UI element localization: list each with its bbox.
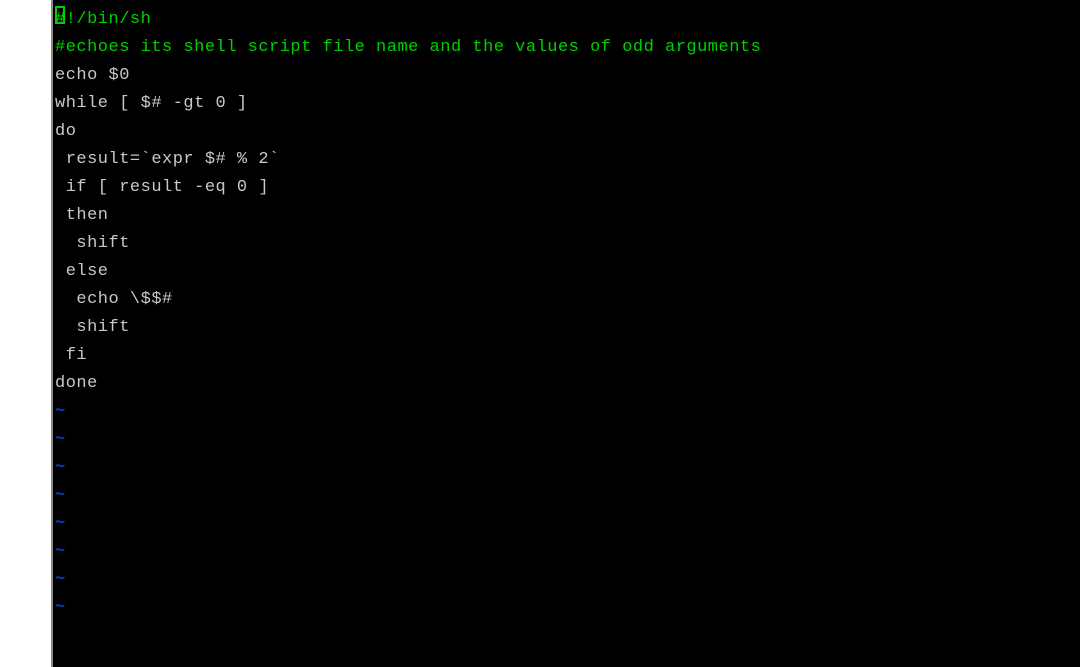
code-line: then [53,202,1080,230]
code-line: else [53,258,1080,286]
code-line: done [53,370,1080,398]
empty-line-tilde: ~ [53,510,1080,538]
terminal-editor[interactable]: #!/bin/sh #echoes its shell script file … [51,0,1080,667]
empty-line-tilde: ~ [53,594,1080,622]
code-line: echo $0 [53,62,1080,90]
empty-line-tilde: ~ [53,426,1080,454]
code-line: shift [53,314,1080,342]
empty-line-tilde: ~ [53,454,1080,482]
empty-line-tilde: ~ [53,566,1080,594]
empty-line-tilde: ~ [53,482,1080,510]
code-line: result=`expr $# % 2` [53,146,1080,174]
code-line: do [53,118,1080,146]
code-line: fi [53,342,1080,370]
code-line: echo \$$# [53,286,1080,314]
empty-line-tilde: ~ [53,398,1080,426]
text-cursor [55,6,65,24]
empty-line-tilde: ~ [53,538,1080,566]
code-line: #!/bin/sh [53,6,1080,34]
code-line: if [ result -eq 0 ] [53,174,1080,202]
code-line: while [ $# -gt 0 ] [53,90,1080,118]
code-line: shift [53,230,1080,258]
shebang-path: !/bin/sh [66,10,152,29]
code-comment: #echoes its shell script file name and t… [53,34,1080,62]
